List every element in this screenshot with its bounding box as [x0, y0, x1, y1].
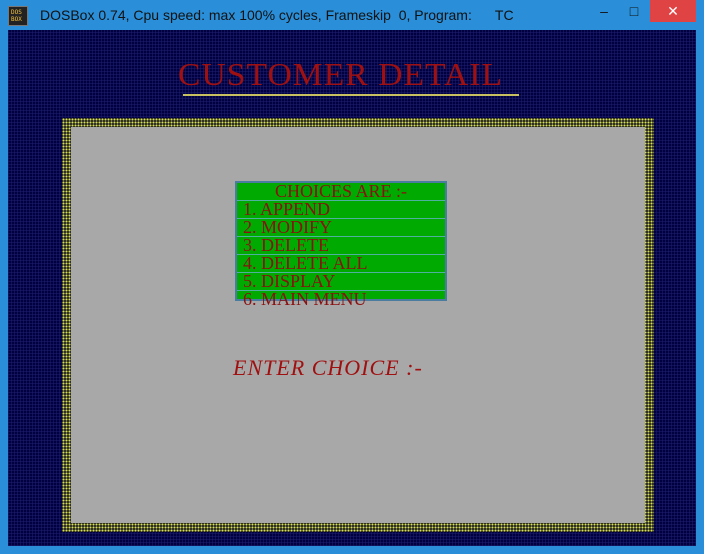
menu-header: CHOICES ARE :- [237, 183, 445, 201]
dotted-border-frame: CHOICES ARE :- 1. APPEND 2. MODIFY 3. DE… [62, 118, 654, 532]
menu-item-delete: 3. DELETE [237, 237, 445, 255]
menu-item-main-menu: 6. MAIN MENU [243, 291, 367, 308]
dosbox-app-icon[interactable]: DOS BOX [8, 6, 28, 26]
dos-screen[interactable]: CUSTOMER DETAIL CHOICES ARE :- 1. APPEND… [8, 30, 696, 546]
maximize-button[interactable]: □ [620, 0, 648, 22]
menu-item-delete-all: 4. DELETE ALL [237, 255, 445, 273]
minimize-button[interactable]: – [590, 0, 618, 22]
title-bar[interactable]: DOS BOX DOSBox 0.74, Cpu speed: max 100%… [0, 0, 704, 30]
icon-label-bottom: BOX [11, 16, 22, 23]
menu-item-append: 1. APPEND [237, 201, 445, 219]
enter-choice-prompt[interactable]: ENTER CHOICE :- [233, 355, 423, 381]
menu-item-modify: 2. MODIFY [237, 219, 445, 237]
screen-heading: CUSTOMER DETAIL [178, 56, 504, 92]
window-title: DOSBox 0.74, Cpu speed: max 100% cycles,… [40, 7, 514, 23]
dosbox-window: DOS BOX DOSBox 0.74, Cpu speed: max 100%… [0, 0, 704, 554]
content-panel: CHOICES ARE :- 1. APPEND 2. MODIFY 3. DE… [71, 127, 645, 523]
menu-item-display: 5. DISPLAY [237, 273, 445, 291]
close-button[interactable]: ✕ [650, 0, 696, 22]
icon-label-top: DOS [11, 9, 22, 16]
choices-menu: CHOICES ARE :- 1. APPEND 2. MODIFY 3. DE… [235, 181, 447, 308]
heading-underline [183, 94, 519, 96]
